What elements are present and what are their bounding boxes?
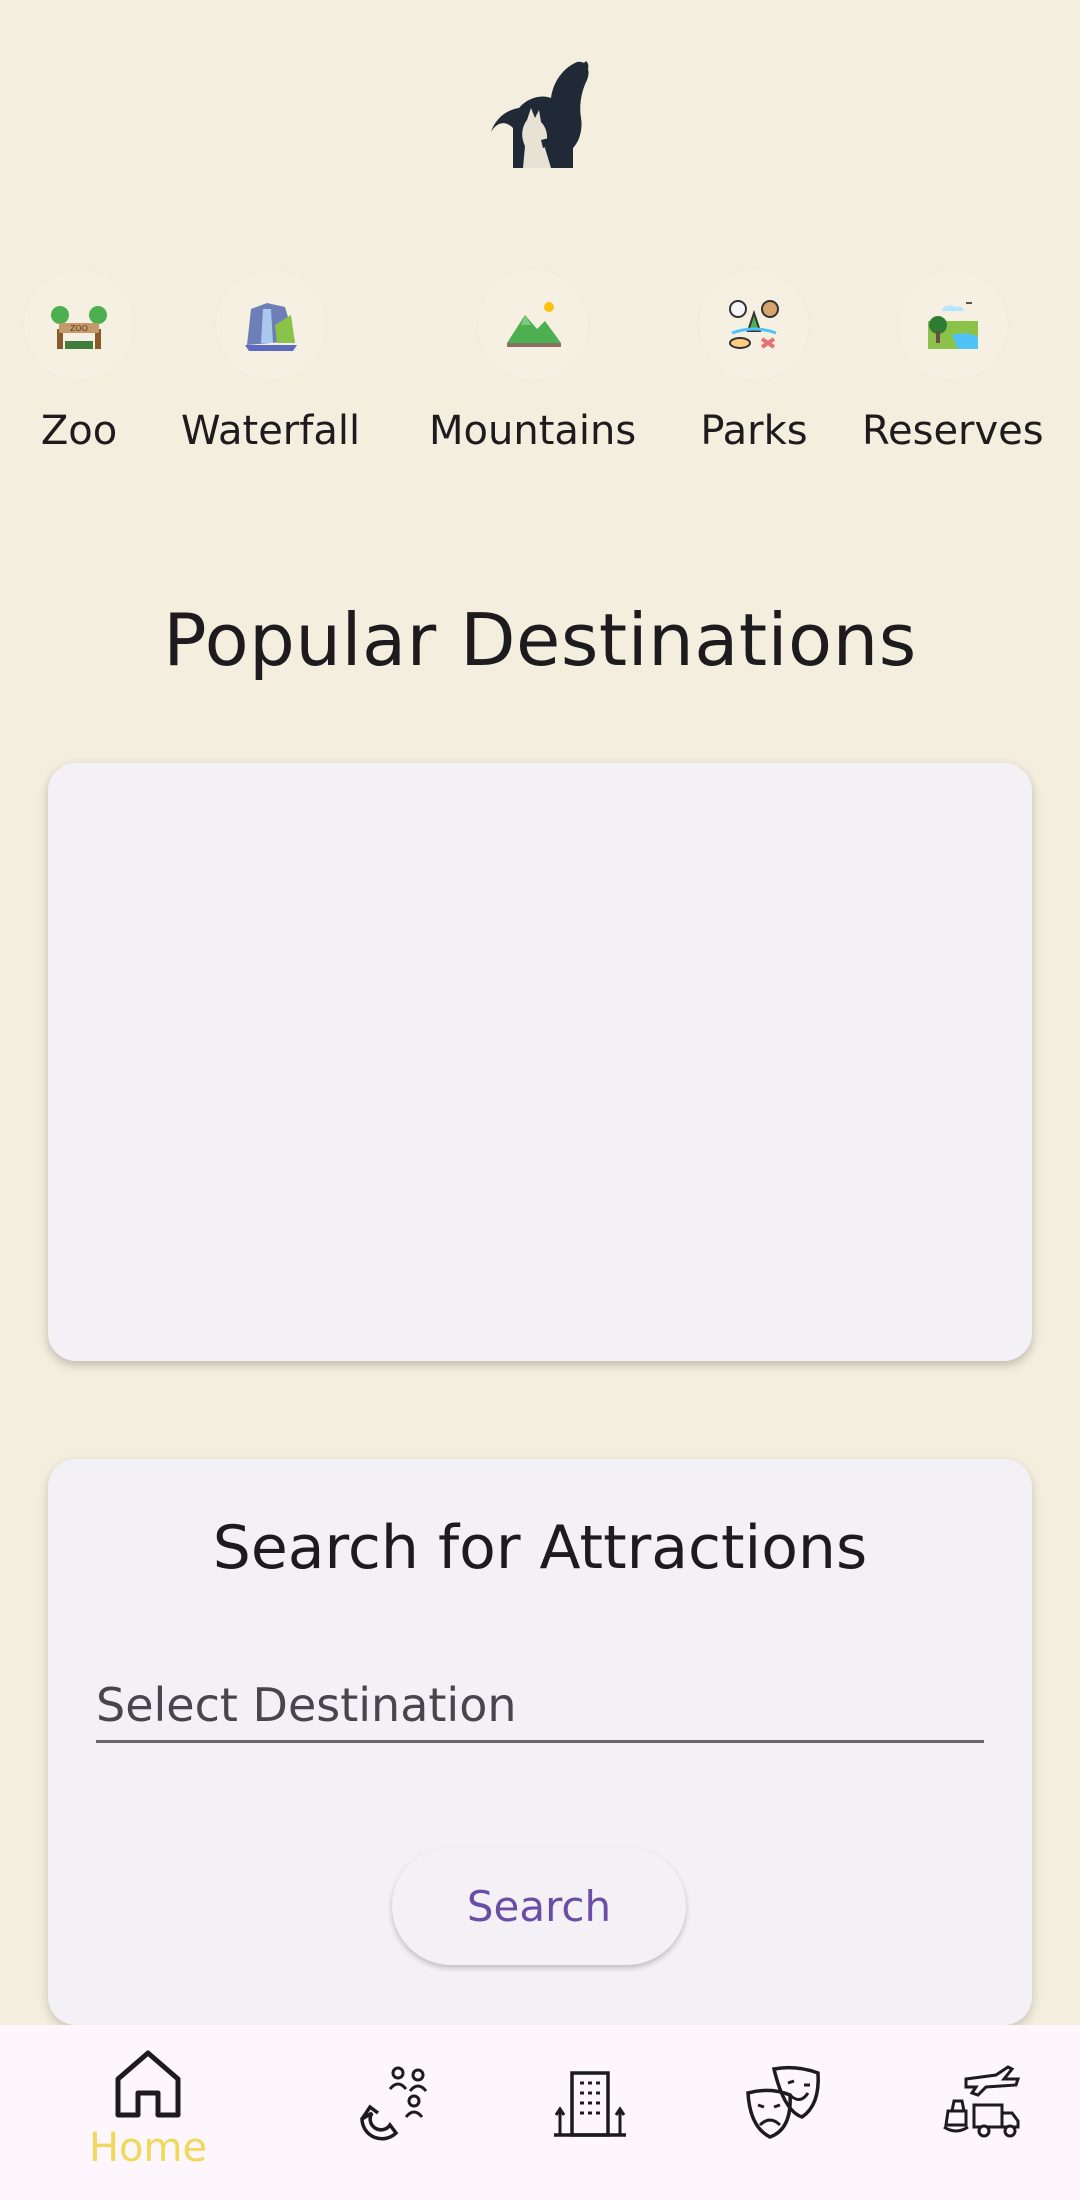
home-icon bbox=[110, 2045, 186, 2125]
popular-destinations-card[interactable] bbox=[48, 763, 1032, 1361]
category-zoo[interactable]: ZOO Zoo bbox=[24, 270, 134, 454]
zoo-gate-icon: ZOO bbox=[24, 270, 134, 380]
nav-home[interactable]: Home bbox=[78, 2045, 218, 2171]
category-waterfall[interactable]: Waterfall bbox=[181, 270, 360, 454]
reserves-icon bbox=[897, 270, 1008, 380]
page-title: Popular Destinations bbox=[163, 598, 917, 682]
home-screen: ZOO Zoo Waterfall Mountains Parks Reserv… bbox=[0, 0, 1080, 2200]
nav-label: Home bbox=[88, 2125, 208, 2171]
category-mountains[interactable]: Mountains bbox=[429, 270, 636, 454]
category-label: Waterfall bbox=[181, 408, 361, 454]
destination-field[interactable] bbox=[96, 1669, 984, 1743]
nav-hotels[interactable] bbox=[550, 2065, 630, 2145]
nav-entertainment[interactable] bbox=[744, 2063, 824, 2147]
category-label: Zoo bbox=[40, 408, 118, 454]
bottom-navigation: Home bbox=[0, 2025, 1080, 2200]
category-reserves[interactable]: Reserves bbox=[862, 270, 1044, 454]
waterfall-icon bbox=[215, 270, 326, 380]
transport-icon bbox=[942, 2065, 1022, 2145]
category-label: Mountains bbox=[429, 408, 637, 454]
nav-attractions[interactable] bbox=[352, 2063, 432, 2147]
parks-icon bbox=[699, 270, 809, 380]
category-parks[interactable]: Parks bbox=[699, 270, 809, 454]
hotel-icon bbox=[552, 2065, 628, 2145]
category-label: Parks bbox=[700, 408, 808, 454]
category-label: Reserves bbox=[862, 408, 1044, 454]
nav-transport[interactable] bbox=[942, 2065, 1022, 2145]
search-attractions-card: Search for Attractions Search bbox=[48, 1459, 1032, 2025]
search-card-title: Search for Attractions bbox=[212, 1513, 868, 1583]
elephant-wolf-logo-icon bbox=[483, 58, 593, 170]
search-button[interactable]: Search bbox=[392, 1847, 686, 1965]
entertainment-icon bbox=[744, 2063, 824, 2147]
attractions-icon bbox=[352, 2063, 432, 2147]
svg-text:ZOO: ZOO bbox=[70, 324, 88, 333]
mountains-icon bbox=[477, 270, 588, 380]
